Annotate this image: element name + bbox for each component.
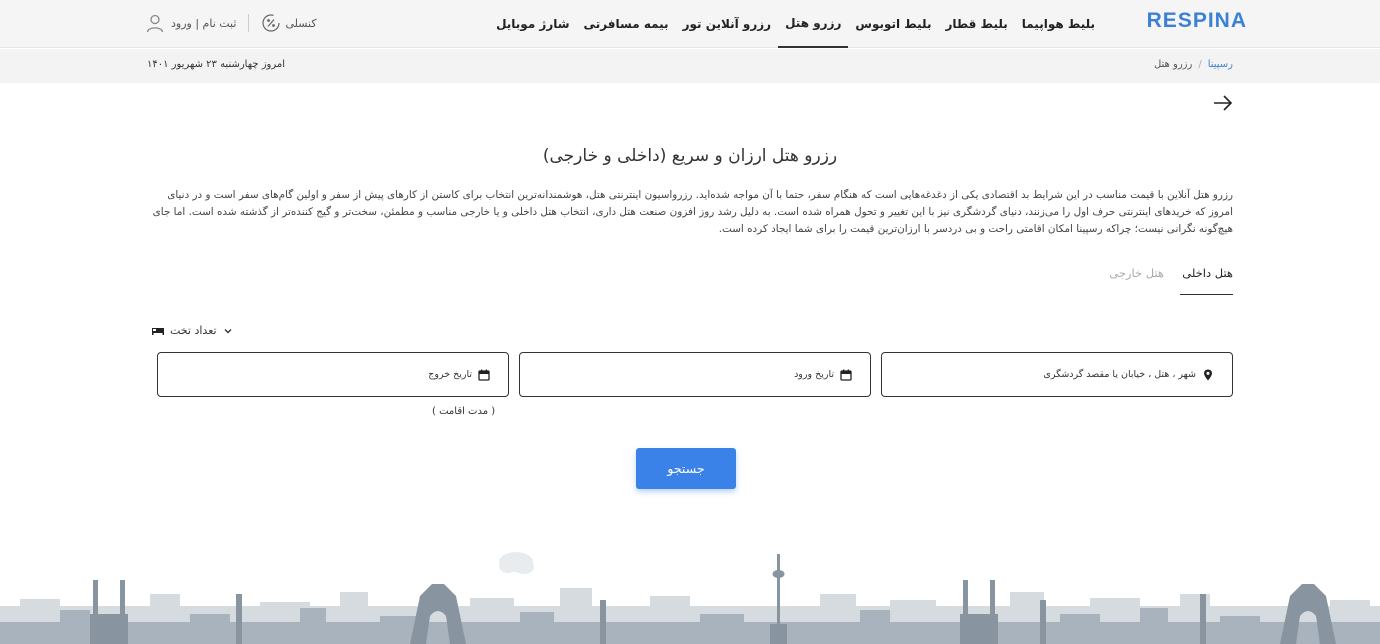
location-pin-icon [1204,369,1212,380]
breadcrumb-separator: / [1198,59,1202,70]
beds-dropdown[interactable]: تعداد تخت [152,324,233,337]
page-title: رزرو هتل ارزان و سریع (داخلی و خارجی) [542,146,838,166]
bed-icon [152,328,164,335]
main-nav: بلیط هواپیما بلیط قطار بلیط اتوبوس رزرو … [489,0,1102,48]
page-description: رزرو هتل آنلاین با قیمت مناسب در این شرا… [152,189,1233,235]
city-skyline-illustration [0,552,1380,644]
back-arrow-icon[interactable] [1213,94,1233,112]
checkout-placeholder: تاریخ خروج [428,369,472,380]
nav-train[interactable]: بلیط قطار [938,0,1014,48]
nav-insurance[interactable]: بیمه مسافرتی [577,0,676,48]
breadcrumb-bar: رسپینا / رزرو هتل امروز چهارشنبه ۲۳ شهری… [0,49,1380,83]
calendar-icon [840,369,852,381]
beds-label: تعداد تخت [170,324,217,337]
checkin-placeholder: تاریخ ورود [794,369,834,380]
stay-duration: ( مدت اقامت ) [432,406,496,417]
destination-placeholder: شهر ، هتل ، خیابان یا مقصد گردشگری [1043,369,1196,380]
header-divider [248,14,250,32]
nav-bus[interactable]: بلیط اتوبوس [848,0,938,48]
breadcrumb: رسپینا / رزرو هتل [1154,59,1233,70]
breadcrumb-current: رزرو هتل [1153,59,1193,70]
calendar-icon [478,369,490,381]
chevron-down-icon [224,328,232,333]
search-button[interactable]: جستجو [636,448,736,489]
breadcrumb-home[interactable]: رسپینا [1208,59,1233,70]
tab-foreign-hotel[interactable]: هتل خارجی [1109,262,1164,295]
auth-link[interactable]: ثبت نام | ورود [171,17,236,30]
discount-percent-icon[interactable] [261,13,281,33]
top-header: RESPINA بلیط هواپیما بلیط قطار بلیط اتوب… [0,0,1380,48]
nav-tour[interactable]: رزرو آنلاین تور [676,0,779,48]
today-date: امروز چهارشنبه ۲۳ شهریور ۱۴۰۱ [147,59,286,70]
account-area: ثبت نام | ورود کنسلی [145,10,317,36]
nav-hotel[interactable]: رزرو هتل [778,0,849,48]
discount-link[interactable]: کنسلی [285,17,316,30]
nav-mobile-charge[interactable]: شارژ موبایل [489,0,576,48]
checkout-date-input[interactable]: تاریخ خروج [157,352,509,397]
checkin-date-input[interactable]: تاریخ ورود [519,352,871,397]
user-icon[interactable] [145,13,165,33]
hotel-type-tabs: هتل داخلی هتل خارجی [1093,262,1233,295]
respina-logo[interactable]: RESPINA [1147,9,1247,33]
tab-domestic-hotel[interactable]: هتل داخلی [1180,262,1233,295]
nav-flight[interactable]: بلیط هواپیما [1015,0,1102,48]
destination-input[interactable]: شهر ، هتل ، خیابان یا مقصد گردشگری [881,352,1233,397]
